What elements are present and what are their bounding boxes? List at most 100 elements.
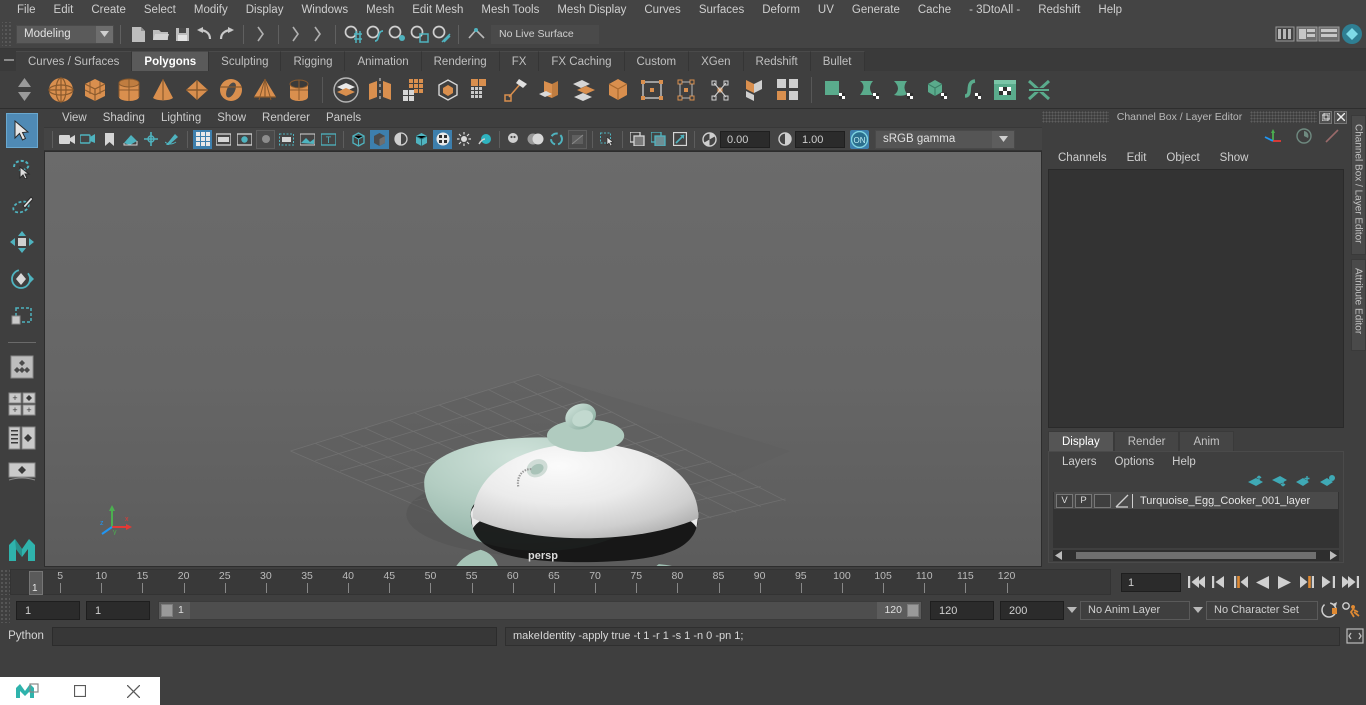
layer-tab-display[interactable]: Display bbox=[1048, 431, 1114, 451]
poly-cylinder-icon[interactable] bbox=[112, 73, 146, 107]
layer-playback-toggle[interactable]: P bbox=[1075, 493, 1092, 508]
toggle-outliner-persp-layout[interactable] bbox=[6, 423, 38, 453]
shelf-tab-custom[interactable]: Custom bbox=[624, 51, 690, 71]
menu-item-cache[interactable]: Cache bbox=[909, 0, 960, 20]
range-bar[interactable]: 1 120 bbox=[158, 600, 922, 620]
modeling-toolkit-icon[interactable] bbox=[1340, 23, 1362, 45]
grease-pencil-icon[interactable] bbox=[163, 130, 182, 149]
snap-align-objects[interactable]: + + + bbox=[6, 386, 38, 421]
channel-box-icon[interactable] bbox=[1318, 23, 1340, 45]
layer-menu-help[interactable]: Help bbox=[1163, 456, 1205, 468]
snap-to-point-icon[interactable] bbox=[386, 23, 408, 45]
shelf-tab-redshift[interactable]: Redshift bbox=[743, 51, 811, 71]
menu-item-mesh[interactable]: Mesh bbox=[357, 0, 403, 20]
xray-icon[interactable] bbox=[628, 130, 647, 149]
film-origin-icon[interactable] bbox=[277, 130, 296, 149]
panel-menu-show[interactable]: Show bbox=[209, 112, 254, 124]
xray-active-components-icon[interactable] bbox=[670, 130, 689, 149]
undo-icon[interactable] bbox=[193, 23, 215, 45]
mirror-geometry-icon[interactable] bbox=[465, 73, 499, 107]
persp-view-layout[interactable] bbox=[6, 455, 38, 490]
select-by-object-icon[interactable] bbox=[285, 23, 307, 45]
menu-item-curves[interactable]: Curves bbox=[635, 0, 689, 20]
image-plane-icon[interactable] bbox=[121, 130, 140, 149]
snap-to-projected-center-icon[interactable] bbox=[408, 23, 430, 45]
time-slider-track[interactable]: 1 5 10 15 20 25 30 35 40 45 50 55 60 65 70 75 80 85 90 95 1… bbox=[10, 569, 1111, 595]
layer-tab-anim[interactable]: Anim bbox=[1179, 431, 1234, 451]
color-management-toggle[interactable]: ON bbox=[850, 129, 869, 149]
select-by-component-icon[interactable] bbox=[307, 23, 329, 45]
shelf-tab-bullet[interactable]: Bullet bbox=[810, 51, 865, 71]
menu-item-surfaces[interactable]: Surfaces bbox=[690, 0, 753, 20]
title-safe-icon[interactable]: T bbox=[319, 130, 338, 149]
menu-item-mesh-tools[interactable]: Mesh Tools bbox=[472, 0, 548, 20]
menu-item-display[interactable]: Display bbox=[237, 0, 293, 20]
menu-item-edit[interactable]: Edit bbox=[45, 0, 83, 20]
xray-joints-icon[interactable] bbox=[649, 130, 668, 149]
shelf-tab-sculpting[interactable]: Sculpting bbox=[209, 51, 282, 71]
last-tool-used[interactable] bbox=[6, 349, 38, 384]
current-frame-field[interactable]: 1 bbox=[1121, 572, 1181, 592]
attribute-editor-icon[interactable] bbox=[1296, 23, 1318, 45]
rotate-tool[interactable] bbox=[6, 261, 38, 296]
close-panel-icon[interactable] bbox=[1334, 110, 1347, 124]
booleans-icon[interactable] bbox=[397, 73, 431, 107]
range-grip-left[interactable] bbox=[161, 603, 173, 617]
use-default-lighting-icon[interactable] bbox=[454, 130, 473, 149]
animation-preferences-icon[interactable] bbox=[1340, 599, 1362, 621]
new-scene-icon[interactable] bbox=[127, 23, 149, 45]
smooth-icon[interactable] bbox=[431, 73, 465, 107]
isolate-select-icon[interactable] bbox=[598, 130, 617, 149]
poly-plane-icon[interactable] bbox=[180, 73, 214, 107]
range-slider-grip[interactable] bbox=[0, 597, 10, 623]
two-d-pan-zoom-icon[interactable] bbox=[142, 130, 161, 149]
uv-unfold-icon[interactable] bbox=[954, 73, 988, 107]
layer-menu-options[interactable]: Options bbox=[1106, 456, 1164, 468]
menu-item-mesh-display[interactable]: Mesh Display bbox=[548, 0, 635, 20]
menu-item-file[interactable]: File bbox=[8, 0, 45, 20]
motion-blur-icon[interactable] bbox=[547, 130, 566, 149]
command-input[interactable] bbox=[52, 626, 497, 646]
snap-to-grid-icon[interactable] bbox=[342, 23, 364, 45]
layer-list[interactable]: V P Turquoise_Egg_Cooker_001_layer bbox=[1053, 492, 1339, 548]
poly-cone-icon[interactable] bbox=[146, 73, 180, 107]
chevron-down-icon[interactable] bbox=[1064, 601, 1080, 620]
menu-item-modify[interactable]: Modify bbox=[185, 0, 237, 20]
separate-icon[interactable] bbox=[363, 73, 397, 107]
maya-app-icon[interactable] bbox=[0, 677, 53, 705]
use-all-lights-icon[interactable] bbox=[475, 130, 494, 149]
shadows-icon[interactable] bbox=[505, 130, 524, 149]
gamma-field[interactable]: 1.00 bbox=[795, 130, 845, 148]
uv-planar-icon[interactable] bbox=[818, 73, 852, 107]
snap-to-view-plane-icon[interactable] bbox=[430, 23, 452, 45]
go-to-start-icon[interactable] bbox=[1187, 572, 1206, 592]
command-language-label[interactable]: Python bbox=[0, 630, 52, 642]
shelf-side-controls[interactable] bbox=[4, 71, 44, 109]
select-by-hierarchy-icon[interactable] bbox=[250, 23, 272, 45]
panel-grip-right[interactable] bbox=[1250, 111, 1317, 123]
lasso-select-tool[interactable] bbox=[6, 150, 38, 185]
step-forward-key-icon[interactable] bbox=[1319, 572, 1338, 592]
move-tool[interactable] bbox=[6, 224, 38, 259]
panel-menu-shading[interactable]: Shading bbox=[95, 112, 153, 124]
camera-attributes-icon[interactable] bbox=[79, 130, 98, 149]
menu-set-selector[interactable]: Modeling bbox=[16, 24, 114, 44]
channel-box-list[interactable] bbox=[1048, 169, 1344, 428]
step-forward-frame-icon[interactable] bbox=[1297, 572, 1316, 592]
play-forwards-icon[interactable] bbox=[1275, 572, 1294, 592]
layer-shading-toggle[interactable] bbox=[1094, 493, 1111, 508]
screen-space-ao-icon[interactable] bbox=[526, 130, 545, 149]
anim-start-field[interactable]: 1 bbox=[16, 600, 80, 620]
channel-menu-edit[interactable]: Edit bbox=[1117, 152, 1157, 164]
bookmark-icon[interactable] bbox=[100, 130, 119, 149]
gamma-icon[interactable] bbox=[775, 130, 794, 149]
shelf-tab-curves-surfaces[interactable]: Curves / Surfaces bbox=[16, 51, 133, 71]
sculpt-tool-icon[interactable] bbox=[771, 73, 805, 107]
panel-menu-renderer[interactable]: Renderer bbox=[254, 112, 318, 124]
viewport-3d-canvas[interactable]: y x z persp bbox=[44, 151, 1042, 567]
uv-automatic-icon[interactable] bbox=[920, 73, 954, 107]
smooth-shade-icon[interactable] bbox=[370, 129, 389, 149]
play-backwards-icon[interactable] bbox=[1253, 572, 1272, 592]
open-scene-icon[interactable] bbox=[149, 23, 171, 45]
live-surface-field[interactable]: No Live Surface bbox=[491, 24, 599, 44]
